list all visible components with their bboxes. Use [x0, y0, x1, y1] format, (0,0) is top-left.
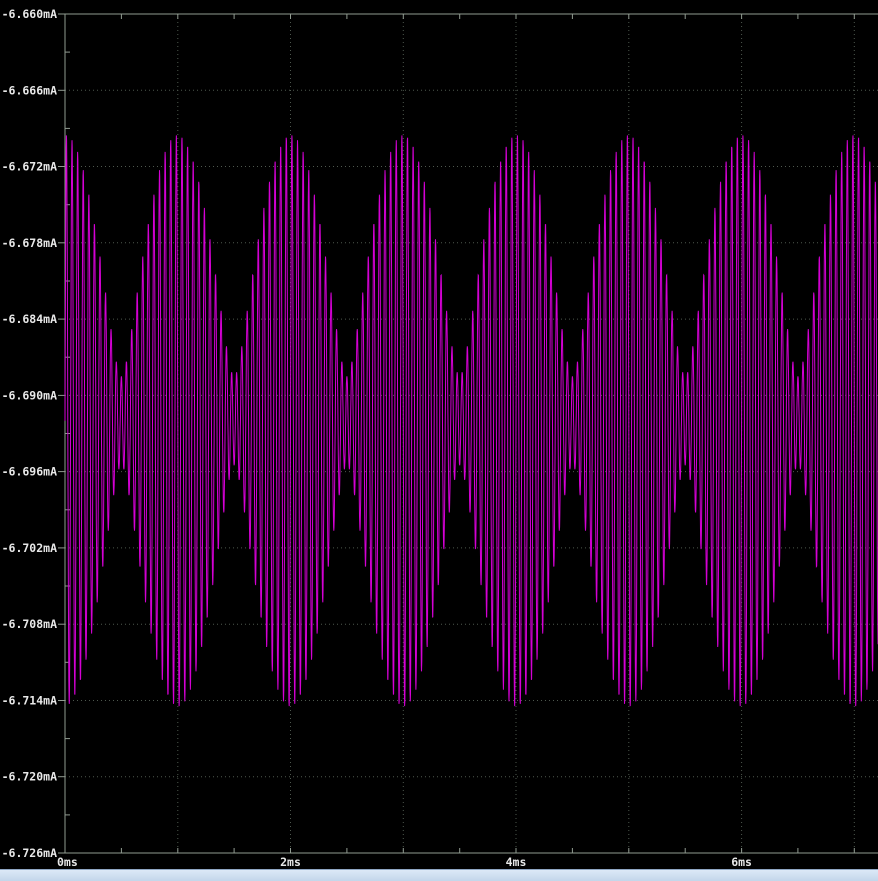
y-axis-label: -6.672mA	[2, 160, 57, 174]
x-axis-labels: 0ms 2ms 4ms 6ms	[57, 855, 752, 869]
trace-lines	[64, 135, 878, 707]
waveform-trace	[64, 135, 878, 707]
x-axis-label: 2ms	[280, 855, 301, 869]
y-axis-label: -6.726mA	[2, 846, 57, 860]
y-axis-labels: -6.660mA -6.666mA -6.672mA -6.678mA -6.684mA…	[2, 7, 57, 860]
y-axis-label: -6.684mA	[2, 312, 57, 326]
y-axis-label: -6.696mA	[2, 465, 57, 479]
waveform-plot: -6.660mA -6.666mA -6.672mA -6.678mA -6.684mA…	[2, 7, 878, 869]
y-axis-label: -6.702mA	[2, 541, 57, 555]
y-axis-label: -6.708mA	[2, 617, 57, 631]
x-axis-label: 0ms	[57, 855, 78, 869]
y-axis-label: -6.666mA	[2, 83, 57, 97]
horizontal-scrollbar[interactable]	[0, 869, 878, 881]
waveform-viewer-window: -6.660mA -6.666mA -6.672mA -6.678mA -6.684mA…	[0, 0, 878, 881]
y-axis-label: -6.660mA	[2, 7, 57, 21]
y-axis-label: -6.720mA	[2, 770, 57, 784]
y-axis-label: -6.678mA	[2, 236, 57, 250]
y-axis-label: -6.690mA	[2, 388, 57, 402]
x-axis-label: 4ms	[506, 855, 527, 869]
x-axis-label: 6ms	[731, 855, 752, 869]
y-axis-label: -6.714mA	[2, 694, 57, 708]
